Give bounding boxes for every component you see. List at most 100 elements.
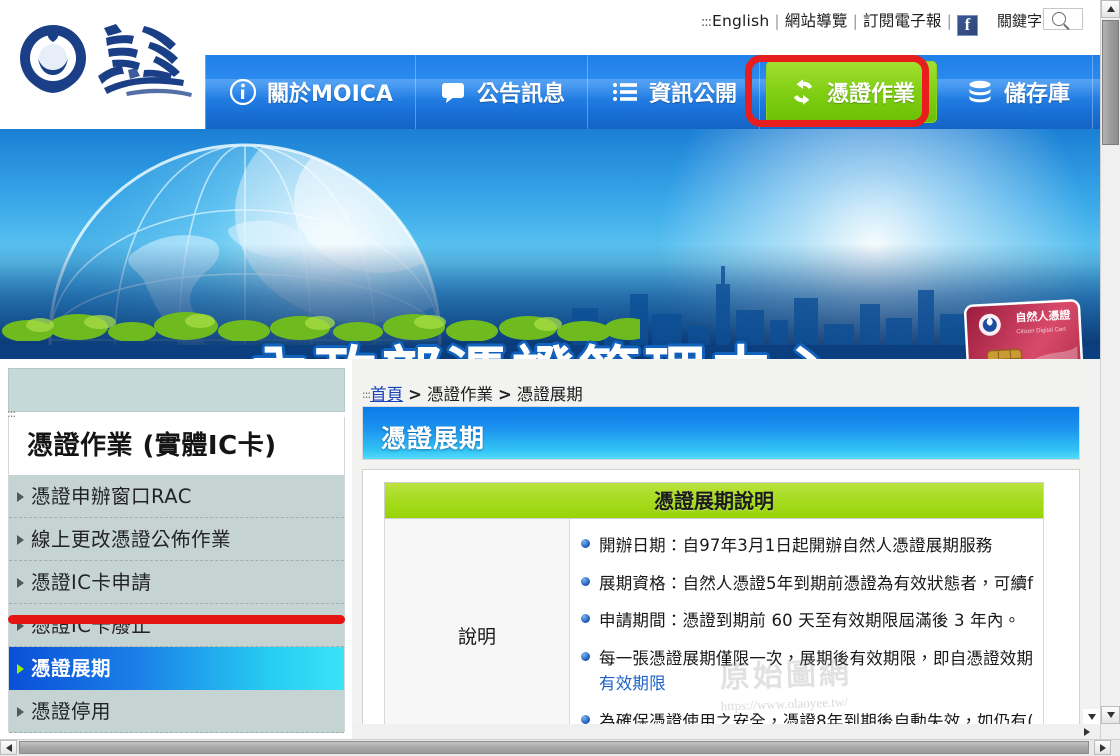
- horizontal-scroll-thumb[interactable]: [19, 741, 1089, 754]
- top-links-group: :::English | 網站導覽 | 訂閱電子報 | f: [701, 9, 978, 36]
- sitemap-link[interactable]: 網站導覽: [785, 12, 848, 30]
- sidebar-title: 憑證作業 (實體IC卡): [9, 417, 344, 475]
- sidebar-item-extension[interactable]: 憑證展期: [9, 647, 344, 690]
- arrow-right-icon: [17, 664, 24, 674]
- link-separator-1: |: [774, 12, 780, 30]
- breadcrumb: :::首頁 > 憑證作業 > 憑證展期: [362, 381, 583, 405]
- table-row-content: 開辦日期：自97年3月1日起開辦自然人憑證展期服務 展期資格：自然人憑證5年到期…: [570, 519, 1043, 724]
- nav-label: 公告訊息: [476, 82, 565, 107]
- list-item: 每一張憑證展期僅限一次，展期後有效期限，即自憑證效期 有效期限: [580, 646, 1037, 697]
- link-separator-2: |: [852, 12, 859, 30]
- sidebar-item-suspend[interactable]: 憑證停用: [9, 690, 344, 733]
- list-item: 開辦日期：自97年3月1日起開辦自然人憑證展期服務: [580, 533, 1037, 559]
- table-header: 憑證展期說明: [384, 482, 1044, 519]
- chevron-up-icon: [1106, 6, 1115, 12]
- chevron-down-icon: [1087, 714, 1096, 720]
- list-item: 申請期間：憑證到期前 60 天至有效期限屆滿後 3 年內。: [580, 608, 1037, 634]
- list-item-link[interactable]: 有效期限: [599, 674, 666, 693]
- page-title-banner: 憑證展期: [362, 406, 1080, 460]
- nav-item-about-moica[interactable]: 關於MOICA: [205, 55, 416, 129]
- table-row-label: 說明: [385, 519, 570, 724]
- inner-horizontal-scrollbar[interactable]: [352, 724, 1100, 740]
- browser-page: :::English | 網站導覽 | 訂閱電子報 | f 關鍵字 關於MOIC…: [0, 0, 1120, 756]
- sidebar-item-label: 憑證IC卡申請: [31, 571, 152, 594]
- nav-label: 資訊公開: [648, 82, 737, 107]
- nav-item-repository[interactable]: 儲存庫: [943, 55, 1094, 129]
- list-item: 為確保憑證使用之安全，憑證8年到期後自動失效，如仍有(: [580, 709, 1037, 724]
- bullet-dot-icon: [581, 576, 590, 586]
- nav-item-settings[interactable]: [1093, 55, 1100, 129]
- scroll-right-button[interactable]: [1094, 740, 1111, 755]
- scroll-up-button[interactable]: [1101, 0, 1120, 18]
- list-item-text: 申請期間：憑證到期前 60 天至有效期限屆滿後 3 年內。: [599, 611, 1021, 631]
- english-link[interactable]: English: [712, 12, 769, 30]
- speech-bubble-icon: [438, 77, 468, 107]
- vertical-scroll-thumb[interactable]: [1102, 20, 1119, 145]
- scroll-left-button[interactable]: [0, 740, 17, 755]
- keyword-label: 關鍵字: [996, 12, 1042, 30]
- table-body: 說明 開辦日期：自97年3月1日起開辦自然人憑證展期服務 展期資格：自然人憑證5…: [384, 519, 1044, 724]
- annotation-underline-extension: [8, 615, 345, 624]
- page-vertical-scrollbar[interactable]: [1100, 0, 1120, 740]
- page-title: 憑證展期: [381, 424, 486, 453]
- sidebar-item-ic-revoke[interactable]: 憑證IC卡廢止: [9, 604, 344, 647]
- nav-item-announcements[interactable]: 公告訊息: [416, 55, 588, 129]
- main-navigation: 關於MOICA 公告訊息 資訊公開 憑證作業 儲存庫: [205, 55, 1100, 129]
- inner-scroll-down-button[interactable]: [1083, 709, 1100, 725]
- list-item-text: 展期資格：自然人憑證5年到期前憑證為有效狀態者，可續f: [599, 573, 1034, 593]
- sidebar-item-label: 線上更改憑證公佈作業: [31, 528, 232, 551]
- content-area: ::: 憑證作業 (實體IC卡) 憑證申辦窗口RAC 線上更改憑證公佈作業 憑證…: [0, 359, 1120, 740]
- refresh-cycle-icon: [788, 77, 818, 107]
- chevron-right-icon: [1099, 743, 1106, 752]
- facebook-icon[interactable]: f: [957, 15, 978, 36]
- search-icon: [1052, 12, 1066, 26]
- bullet-dot-icon: [581, 714, 590, 724]
- sidebar-item-rac[interactable]: 憑證申辦窗口RAC: [9, 475, 344, 518]
- nav-items-row: 關於MOICA 公告訊息 資訊公開 憑證作業 儲存庫: [205, 55, 1100, 129]
- breadcrumb-level3: 憑證展期: [516, 385, 583, 404]
- svg-text:自然人憑證: 自然人憑證: [1015, 308, 1072, 325]
- breadcrumb-separator-1: >: [408, 385, 422, 404]
- arrow-right-icon: [17, 707, 24, 717]
- sidebar-item-online-publish[interactable]: 線上更改憑證公佈作業: [9, 518, 344, 561]
- nav-item-certificate-operations[interactable]: 憑證作業: [765, 61, 937, 123]
- inner-vertical-scrollbar[interactable]: [1083, 469, 1100, 725]
- content-card: 憑證展期說明 說明 開辦日期：自97年3月1日起開辦自然人憑證展期服務 展期資格…: [362, 469, 1080, 725]
- site-logo[interactable]: [8, 14, 204, 114]
- arrow-right-icon: [17, 492, 24, 502]
- hero-banner: 內政部憑證管理中心 自然人憑證 Citizen Digital Cert: [0, 129, 1100, 359]
- newsletter-link[interactable]: 訂閱電子報: [863, 12, 942, 30]
- certificate-card-image: 自然人憑證 Citizen Digital Cert: [963, 299, 1089, 359]
- inner-scroll-right-button[interactable]: [1078, 724, 1095, 740]
- breadcrumb-level2[interactable]: 憑證作業: [427, 385, 493, 404]
- nav-item-information-disclosure[interactable]: 資訊公開: [588, 55, 760, 129]
- nav-label: 憑證作業: [826, 82, 915, 107]
- breadcrumb-anchor-dots: :::: [362, 388, 371, 401]
- accessibility-anchor-dots: :::: [700, 15, 712, 30]
- chevron-left-icon: [5, 743, 12, 752]
- page-horizontal-scrollbar[interactable]: [0, 739, 1120, 756]
- bullet-dot-icon: [581, 651, 590, 661]
- search-input[interactable]: [1043, 8, 1083, 30]
- list-item: 展期資格：自然人憑證5年到期前憑證為有效狀態者，可續f: [580, 571, 1037, 597]
- info-icon: [228, 77, 258, 107]
- sidebar-top-panel: [8, 368, 345, 412]
- hero-title: 內政部憑證管理中心: [248, 325, 842, 359]
- chevron-down-icon: [1106, 712, 1115, 718]
- sidebar-item-ic-apply[interactable]: 憑證IC卡申請: [9, 561, 344, 604]
- description-table: 憑證展期說明 說明 開辦日期：自97年3月1日起開辦自然人憑證展期服務 展期資格…: [384, 482, 1044, 724]
- sidebar-item-label: 憑證展期: [31, 657, 112, 680]
- sidebar-panel: 憑證作業 (實體IC卡) 憑證申辦窗口RAC 線上更改憑證公佈作業 憑證IC卡申…: [8, 417, 345, 733]
- arrow-right-icon: [17, 578, 24, 588]
- chevron-right-icon: [1083, 728, 1090, 736]
- main-column: :::首頁 > 憑證作業 > 憑證展期 憑證展期 憑證展期說明 說明 開辦日期：自97年…: [352, 359, 1120, 740]
- sidebar-item-label: 憑證停用: [31, 700, 112, 723]
- sidebar-item-label: 憑證申辦窗口RAC: [31, 485, 192, 508]
- bullet-dot-icon: [581, 539, 590, 548]
- list-icon: [610, 77, 640, 107]
- bullet-dot-icon: [581, 614, 590, 624]
- breadcrumb-home-link[interactable]: 首頁: [370, 385, 403, 404]
- scroll-down-button[interactable]: [1101, 706, 1120, 724]
- arrow-right-icon: [17, 535, 24, 545]
- sidebar: ::: 憑證作業 (實體IC卡) 憑證申辦窗口RAC 線上更改憑證公佈作業 憑證…: [0, 359, 352, 740]
